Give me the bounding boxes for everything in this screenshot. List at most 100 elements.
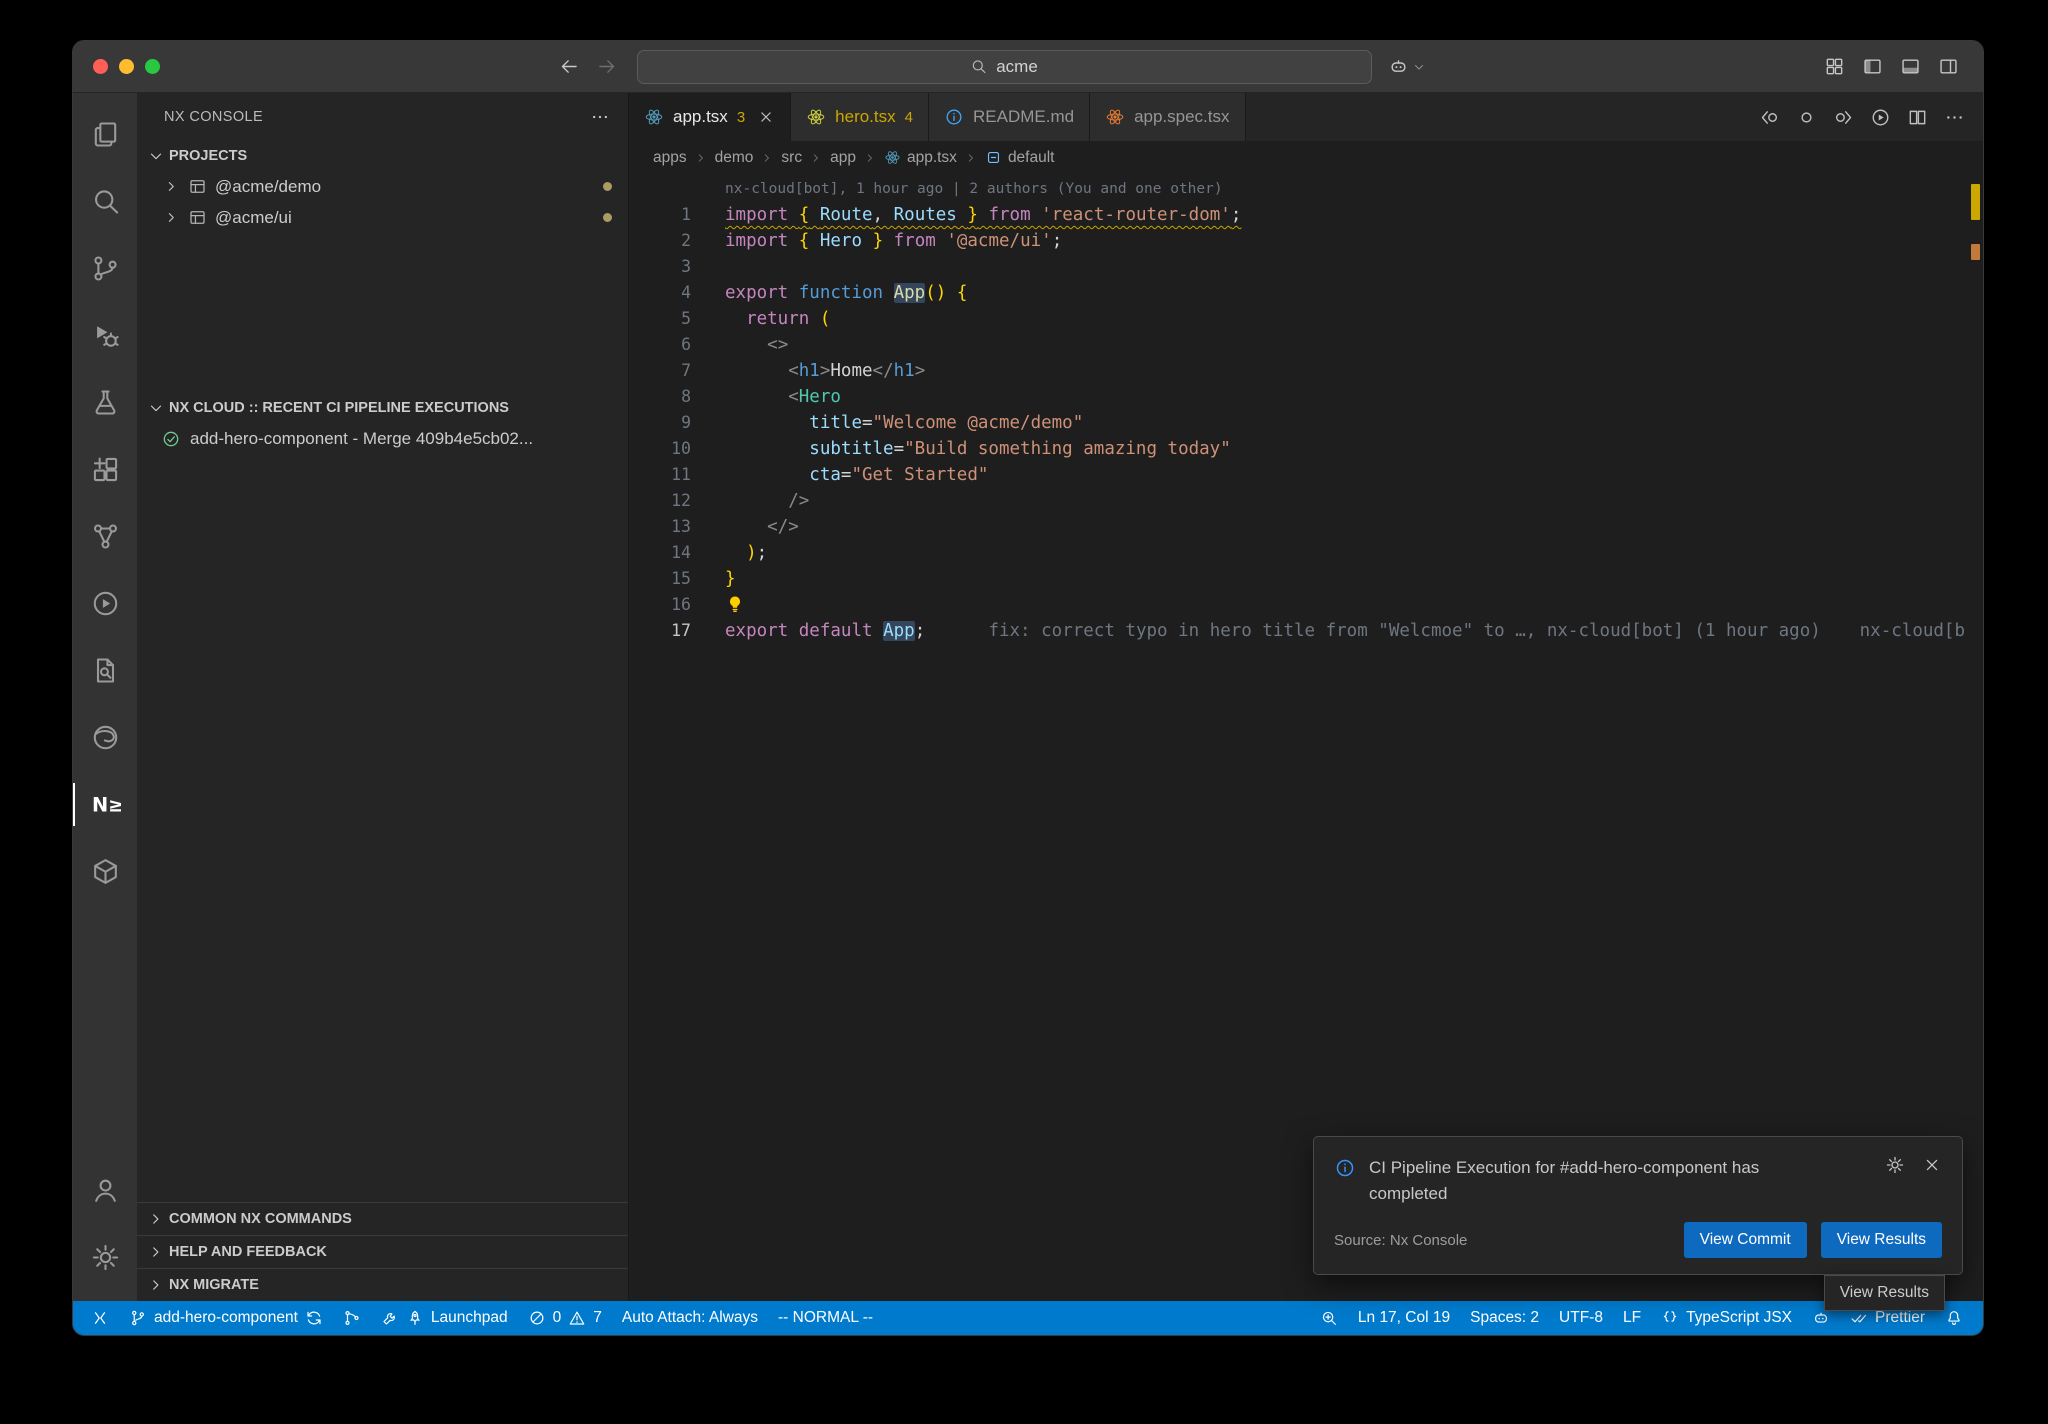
pipeline-execution-item[interactable]: add-hero-component - Merge 409b4e5cb02..… (137, 423, 628, 454)
split-editor-icon[interactable] (1907, 107, 1928, 128)
code-line[interactable]: 6 <> (629, 332, 1983, 358)
braces-icon (1661, 1309, 1679, 1327)
activity-item-source-control[interactable] (73, 235, 137, 302)
activity-item-project-graph[interactable] (73, 503, 137, 570)
previous-change-icon[interactable] (1759, 107, 1780, 128)
project-item--acme-demo[interactable]: @acme/demo (137, 171, 628, 202)
activity-item-testing[interactable] (73, 369, 137, 436)
code-line[interactable]: 2import { Hero } from '@acme/ui'; (629, 228, 1983, 254)
code-line[interactable]: 16 (629, 592, 1983, 618)
maximize-window-button[interactable] (145, 59, 160, 74)
status-remote-indicator[interactable] (81, 1301, 119, 1335)
code-line[interactable]: 14 ); (629, 540, 1983, 566)
more-actions-icon[interactable] (590, 107, 610, 127)
run-file-icon[interactable] (1870, 107, 1891, 128)
status-problems[interactable]: 07 (518, 1301, 612, 1335)
status-encoding-label: UTF-8 (1559, 1309, 1603, 1327)
errorcircle-icon (528, 1309, 546, 1327)
overview-ruler[interactable] (1968, 174, 1983, 1301)
warningtri-icon (568, 1309, 586, 1327)
toggle-secondary-sidebar-icon[interactable] (1938, 56, 1959, 77)
tab-label: hero.tsx (835, 107, 895, 127)
status-gitlens-graph[interactable] (333, 1301, 371, 1335)
tab-readme-md[interactable]: README.md (929, 93, 1090, 141)
open-changes-icon[interactable] (1796, 107, 1817, 128)
status-encoding[interactable]: UTF-8 (1549, 1301, 1613, 1335)
code-line[interactable]: 11 cta="Get Started" (629, 462, 1983, 488)
code-line[interactable]: 9 title="Welcome @acme/demo" (629, 410, 1983, 436)
view-commit-button[interactable]: View Commit (1684, 1222, 1807, 1258)
activity-item-accounts[interactable] (73, 1157, 137, 1224)
status-zoom[interactable] (1310, 1301, 1348, 1335)
activity-item-code-search[interactable] (73, 637, 137, 704)
code-line[interactable]: 3 (629, 254, 1983, 280)
code-editor[interactable]: nx-cloud[bot], 1 hour ago | 2 authors (Y… (629, 174, 1983, 1301)
breadcrumb-item-default[interactable]: default (985, 149, 1055, 167)
code-line[interactable]: 10 subtitle="Build something amazing tod… (629, 436, 1983, 462)
code-line[interactable]: 13 </> (629, 514, 1983, 540)
navigate-back-icon[interactable] (559, 56, 580, 77)
cloud-section-header[interactable]: NX CLOUD :: RECENT CI PIPELINE EXECUTION… (137, 393, 628, 423)
breadcrumb-item-demo[interactable]: demo (715, 149, 754, 167)
project-item--acme-ui[interactable]: @acme/ui (137, 202, 628, 233)
navigate-forward-icon[interactable] (596, 56, 617, 77)
status-auto-attach[interactable]: Auto Attach: Always (612, 1301, 768, 1335)
svg-text:N≥: N≥ (91, 794, 120, 817)
status-indentation[interactable]: Spaces: 2 (1460, 1301, 1549, 1335)
view-results-button[interactable]: View Results (1821, 1222, 1942, 1258)
command-center[interactable]: acme (637, 50, 1372, 84)
breadcrumb-item-apps[interactable]: apps (653, 149, 687, 167)
status-language-mode[interactable]: TypeScript JSX (1651, 1301, 1802, 1335)
code-line[interactable]: 4export function App() { (629, 280, 1983, 306)
activity-item-run-debug[interactable] (73, 302, 137, 369)
code-line[interactable]: 8 <Hero (629, 384, 1983, 410)
activity-item-extensions[interactable] (73, 436, 137, 503)
activity-item-run-targets[interactable] (73, 570, 137, 637)
activity-item-explorer[interactable] (73, 101, 137, 168)
activity-item-settings[interactable] (73, 1224, 137, 1291)
status-vim-mode[interactable]: -- NORMAL -- (768, 1301, 883, 1335)
code-line[interactable]: 7 <h1>Home</h1> (629, 358, 1983, 384)
notification-settings-icon[interactable] (1885, 1155, 1905, 1175)
customize-layout-icon[interactable] (1824, 56, 1845, 77)
tab-app-spec-tsx[interactable]: app.spec.tsx (1090, 93, 1245, 141)
code-line[interactable]: 5 return ( (629, 306, 1983, 332)
status-launchpad[interactable]: Launchpad (371, 1301, 518, 1335)
activity-item-browser-preview[interactable] (73, 704, 137, 771)
toggle-panel-icon[interactable] (1900, 56, 1921, 77)
breadcrumb-item-app[interactable]: app (830, 149, 856, 167)
close-window-button[interactable] (93, 59, 108, 74)
next-change-icon[interactable] (1833, 107, 1854, 128)
projects-section-header[interactable]: PROJECTS (137, 141, 628, 171)
line-number: 4 (629, 280, 691, 306)
tab-hero-tsx[interactable]: hero.tsx4 (791, 93, 929, 141)
status-eol[interactable]: LF (1613, 1301, 1651, 1335)
breadcrumb-item-app-tsx[interactable]: app.tsx (884, 149, 957, 167)
gitlens-authors-lens[interactable]: nx-cloud[bot], 1 hour ago | 2 authors (Y… (725, 176, 1223, 202)
status-git-branch[interactable]: add-hero-component (119, 1301, 333, 1335)
copilot-menu[interactable] (1388, 56, 1426, 77)
sidebar-bottom-sections: COMMON NX COMMANDSHELP AND FEEDBACKNX MI… (137, 1202, 628, 1301)
code-line[interactable]: 12 /> (629, 488, 1983, 514)
line-number: 14 (629, 540, 691, 566)
section-nx-migrate[interactable]: NX MIGRATE (137, 1268, 628, 1301)
status-cursor-position-label: Ln 17, Col 19 (1358, 1309, 1450, 1327)
activity-item-nx-console[interactable]: N≥ (73, 771, 137, 838)
editor-actions (1759, 93, 1983, 141)
notification-close-icon[interactable] (1922, 1155, 1942, 1175)
tab-app-tsx[interactable]: app.tsx3 (629, 93, 791, 141)
activity-item-search[interactable] (73, 168, 137, 235)
code-line[interactable]: 17export default App; fix: correct typo … (629, 618, 1983, 644)
minimize-window-button[interactable] (119, 59, 134, 74)
toggle-primary-sidebar-icon[interactable] (1862, 56, 1883, 77)
more-actions-icon[interactable] (1944, 107, 1965, 128)
status-cursor-position[interactable]: Ln 17, Col 19 (1348, 1301, 1460, 1335)
activity-item-package-explorer[interactable] (73, 838, 137, 905)
notification-source: Source: Nx Console (1334, 1232, 1467, 1249)
section-help-and-feedback[interactable]: HELP AND FEEDBACK (137, 1235, 628, 1268)
close-icon[interactable] (757, 108, 775, 126)
section-common-nx-commands[interactable]: COMMON NX COMMANDS (137, 1202, 628, 1235)
code-line[interactable]: 1import { Route, Routes } from 'react-ro… (629, 202, 1983, 228)
code-line[interactable]: 15} (629, 566, 1983, 592)
breadcrumb-item-src[interactable]: src (781, 149, 802, 167)
